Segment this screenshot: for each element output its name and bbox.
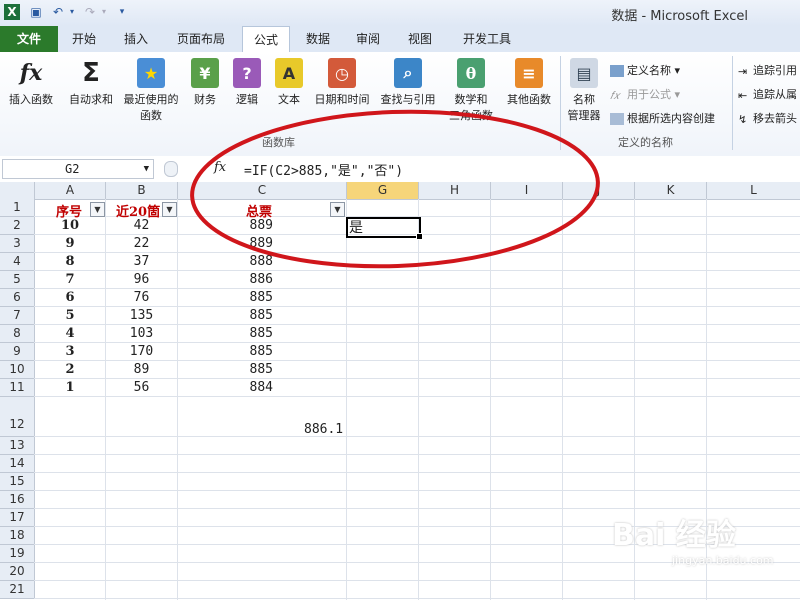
watermark: Bai 经验 jingyan.baidu.com: [612, 510, 774, 567]
watermark-logo: Bai 经验: [612, 518, 736, 553]
watermark-url: jingyan.baidu.com: [672, 554, 774, 567]
